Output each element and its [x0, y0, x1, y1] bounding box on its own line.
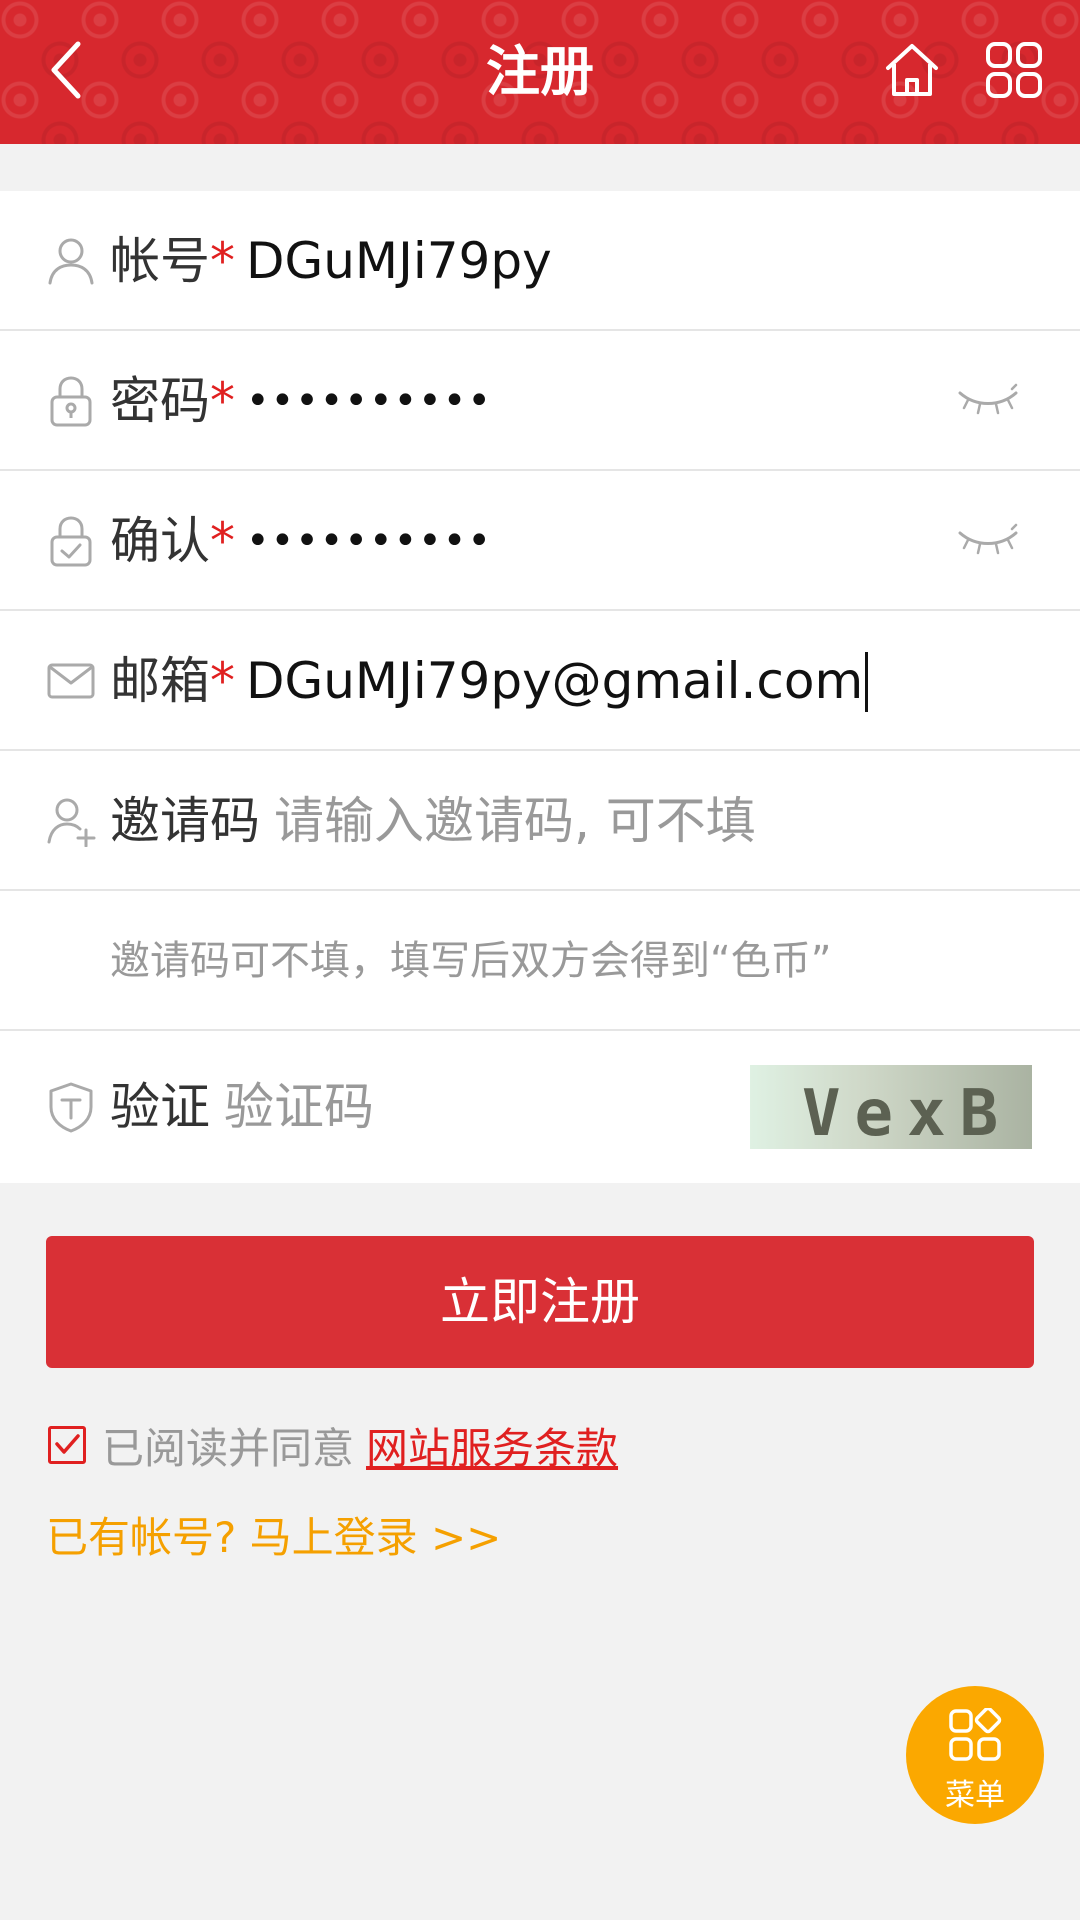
terms-link[interactable]: 网站服务条款 [366, 1415, 618, 1476]
checkmark-icon [55, 1434, 80, 1454]
lock-check-icon [46, 515, 96, 567]
grid-menu-icon[interactable] [984, 40, 1044, 100]
invite-label: 邀请码 [110, 792, 260, 850]
register-button[interactable]: 立即注册 [46, 1236, 1034, 1368]
text-caret [865, 651, 869, 712]
confirm-input[interactable]: •••••••••• [246, 471, 492, 611]
add-user-icon [46, 795, 96, 848]
invite-hint-row: 邀请码可不填，填写后双方会得到“色币” [0, 891, 1080, 1031]
email-row: 邮箱* DGuMJi79py@gmail.com [0, 611, 1080, 751]
floating-menu-button[interactable]: 菜单 [906, 1686, 1044, 1824]
account-input[interactable]: DGuMJi79py [246, 191, 552, 331]
eye-closed-icon[interactable] [956, 381, 1020, 421]
agree-checkbox[interactable] [48, 1426, 86, 1464]
top-nav-bar: 注册 [0, 0, 1080, 144]
account-label: 帐号* [110, 232, 235, 290]
user-icon [46, 235, 96, 287]
captcha-image[interactable]: VexB [750, 1065, 1032, 1149]
password-label: 密码* [110, 372, 235, 430]
invite-input[interactable]: 请输入邀请码, 可不填 [274, 751, 756, 891]
verify-row: 验证 验证码 VexB [0, 1031, 1080, 1183]
email-input[interactable]: DGuMJi79py@gmail.com [246, 611, 869, 751]
password-row: 密码* •••••••••• [0, 331, 1080, 471]
verify-label: 验证 [110, 1078, 210, 1136]
menu-label: 菜单 [945, 1778, 1005, 1813]
account-row: 帐号* DGuMJi79py [0, 191, 1080, 331]
lock-icon [46, 375, 96, 427]
agreement-text: 已阅读并同意 [102, 1423, 355, 1473]
confirm-row: 确认* •••••••••• [0, 471, 1080, 611]
login-link[interactable]: 已有帐号? 马上登录 >> [46, 1504, 501, 1565]
shield-icon [46, 1081, 96, 1133]
mail-icon [46, 655, 96, 707]
registration-form: 帐号* DGuMJi79py 密码* •••••••••• 确认* ••••••… [0, 191, 1080, 1183]
invite-row: 邀请码 请输入邀请码, 可不填 [0, 751, 1080, 891]
invite-hint: 邀请码可不填，填写后双方会得到“色币” [110, 938, 832, 984]
home-icon[interactable] [882, 40, 942, 100]
captcha-input[interactable]: 验证码 [224, 1031, 374, 1183]
confirm-label: 确认* [110, 512, 235, 570]
agreement-row: 已阅读并同意 网站服务条款 [48, 1420, 618, 1473]
captcha-text: VexB [802, 1077, 1012, 1149]
eye-closed-icon[interactable] [956, 521, 1020, 561]
password-input[interactable]: •••••••••• [246, 331, 492, 471]
email-label: 邮箱* [110, 652, 235, 710]
grid-menu-icon [949, 1708, 1002, 1761]
